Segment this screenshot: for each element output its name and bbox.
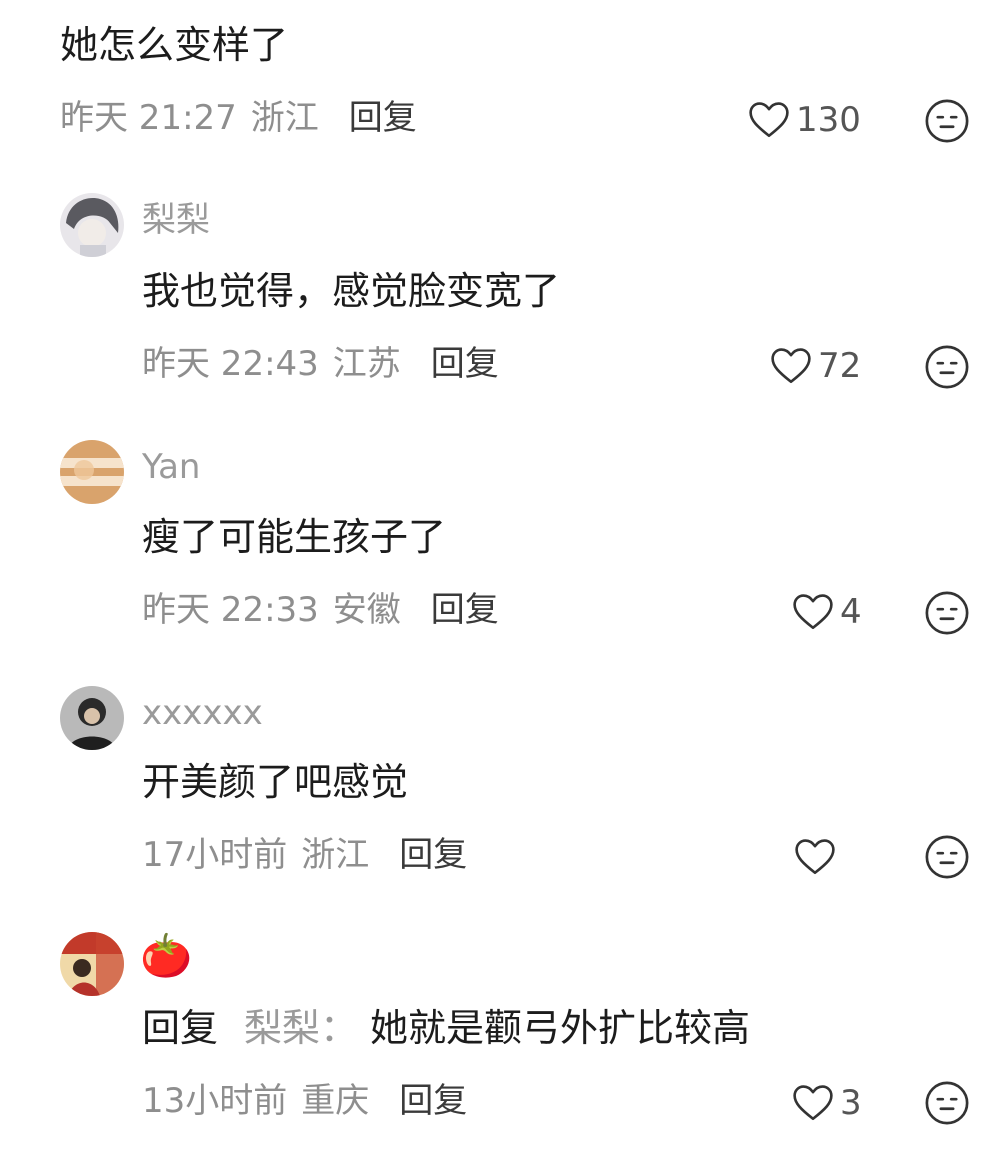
username[interactable]: 梨梨 [142,203,210,237]
heart-outline-icon [795,839,835,875]
like-count: 4 [840,592,862,632]
emoji-reaction-button[interactable] [924,344,970,390]
comment-location: 重庆 [301,1081,370,1121]
avatar[interactable] [60,440,124,504]
comment-text: 瘦了可能生孩子了 [142,515,447,559]
comment-location: 浙江 [301,835,370,875]
neutral-face-icon [925,99,969,143]
comment-location: 江苏 [332,344,401,384]
reply-button[interactable]: 回复 [431,347,499,381]
comment-time: 昨天 21:27 [60,98,237,138]
avatar[interactable] [60,193,124,257]
heart-outline-icon [771,348,811,384]
like-button[interactable]: 130 [748,96,861,144]
neutral-face-icon [925,591,969,635]
neutral-face-icon [925,1081,969,1125]
heart-outline-icon [749,102,789,138]
comment-time: 13小时前 [142,1081,288,1121]
reply-prefix: 回复 [142,1006,219,1050]
comment-location: 安徽 [332,590,401,630]
comment-text: 她怎么变样了 [60,23,289,67]
username[interactable]: xxxxxx [142,696,263,730]
comment-time: 昨天 22:33 [142,590,319,630]
like-count: 3 [840,1083,862,1123]
comment-body: 她就是颧弓外扩比较高 [370,1006,751,1050]
reply-button[interactable]: 回复 [349,101,417,135]
reply-target-username[interactable]: 梨梨： [244,1006,358,1050]
comment-location: 浙江 [250,98,319,138]
neutral-face-icon [925,835,969,879]
like-count: 72 [818,346,862,386]
like-count: 130 [796,100,861,140]
neutral-face-icon [925,345,969,389]
emoji-reaction-button[interactable] [924,1080,970,1126]
reply-button[interactable]: 回复 [399,838,467,872]
comment-meta: 昨天 22:43 江苏 回复 [142,347,499,381]
like-button[interactable]: 3 [792,1079,862,1127]
reply-button[interactable]: 回复 [431,593,499,627]
comment-meta: 昨天 22:33 安徽 回复 [142,593,499,627]
reply-button[interactable]: 回复 [399,1084,467,1118]
comment-time: 昨天 22:43 [142,344,319,384]
comment-meta: 17小时前 浙江 回复 [142,838,467,872]
like-button[interactable]: 4 [792,588,862,636]
emoji-reaction-button[interactable] [924,98,970,144]
comment-meta: 13小时前 重庆 回复 [142,1084,467,1118]
like-button[interactable] [794,833,842,881]
avatar[interactable] [60,932,124,996]
heart-outline-icon [793,594,833,630]
username[interactable]: Yan [142,450,200,484]
comment-text: 开美颜了吧感觉 [142,760,409,804]
emoji-reaction-button[interactable] [924,590,970,636]
username[interactable]: 🍅 [140,935,192,977]
avatar[interactable] [60,686,124,750]
like-button[interactable]: 72 [770,342,861,390]
heart-outline-icon [793,1085,833,1121]
comment-meta: 昨天 21:27 浙江 回复 [60,101,417,135]
emoji-reaction-button[interactable] [924,834,970,880]
comment-time: 17小时前 [142,835,288,875]
comment-text: 我也觉得，感觉脸变宽了 [142,269,561,313]
comment-text: 回复 梨梨： 她就是颧弓外扩比较高 [142,1009,750,1047]
